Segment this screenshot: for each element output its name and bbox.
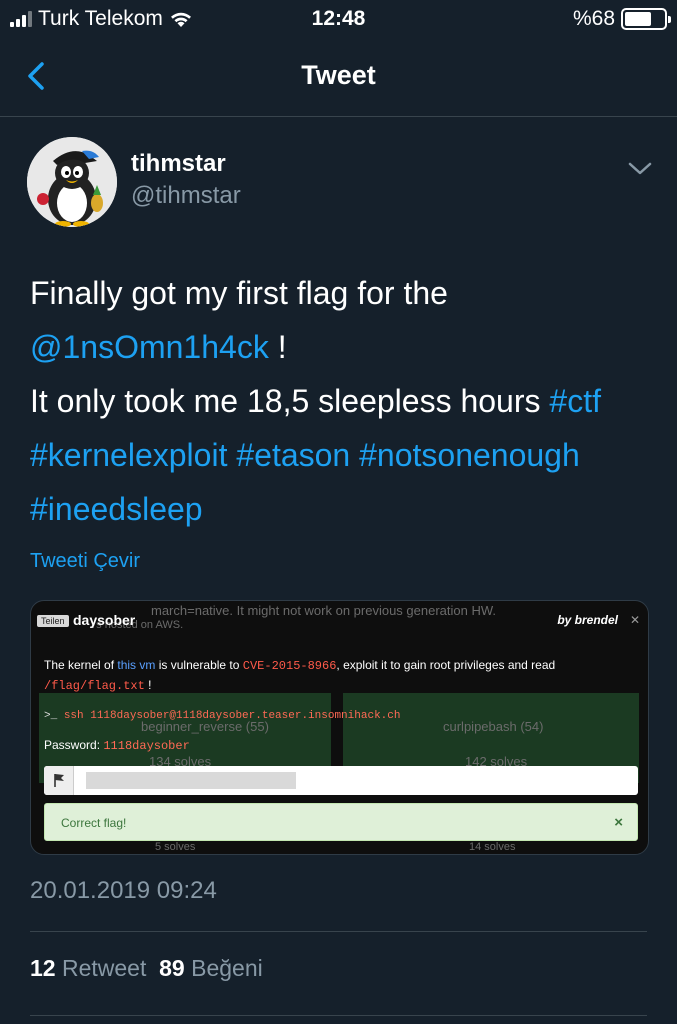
battery-percent: %68 xyxy=(572,7,615,30)
close-alert-icon: × xyxy=(614,814,623,831)
hashtag-link[interactable]: #etason xyxy=(236,437,350,473)
correct-flag-alert: Correct flag! × xyxy=(44,803,638,841)
retweet-stat[interactable]: 12 Retweet xyxy=(30,955,146,981)
tweet-text-part2: ! xyxy=(268,329,287,365)
like-label: Beğeni xyxy=(191,955,263,981)
user-handle[interactable]: @tihmstar xyxy=(131,182,241,210)
flag-value-redacted xyxy=(86,772,296,789)
mention-link[interactable]: @1nsOmn1h4ck xyxy=(30,329,269,365)
hashtag-link[interactable]: #notsonenough xyxy=(359,437,580,473)
tweet-text-part3: It only took me 18,5 sleepless hours xyxy=(30,383,550,419)
status-right: %68 xyxy=(572,7,671,31)
hashtag-link[interactable]: #ineedsleep xyxy=(30,491,203,527)
hashtag-link[interactable]: #kernelexploit xyxy=(30,437,227,473)
retweet-count: 12 xyxy=(30,955,56,981)
desc-text: The kernel of xyxy=(44,658,118,672)
nav-bar: Tweet xyxy=(0,40,677,117)
bg-text: 5 solves xyxy=(155,841,196,853)
desc-cve: CVE-2015-8966 xyxy=(242,659,337,673)
like-stat[interactable]: 89 Beğeni xyxy=(159,955,263,981)
bg-text: curlpipebash (54) xyxy=(443,719,544,734)
command-text: ssh 1118daysober@1118daysober.teaser.ins… xyxy=(63,710,401,722)
terminal-prompt: >_ xyxy=(44,710,58,722)
translate-tweet-link[interactable]: Tweeti Çevir xyxy=(30,550,140,573)
tweet-stats: 12 Retweet 89 Beğeni xyxy=(30,955,263,982)
battery-icon xyxy=(621,8,671,30)
ssh-command: >_ ssh 1118daysober@1118daysober.teaser.… xyxy=(44,710,400,722)
desc-link: this vm xyxy=(117,658,156,672)
status-bar: Turk Telekom 12:48 %68 xyxy=(0,0,677,40)
challenge-description: The kernel of this vm is vulnerable to C… xyxy=(44,656,604,696)
challenge-author: by brendel xyxy=(557,613,618,627)
display-name[interactable]: tihmstar xyxy=(131,150,226,178)
chevron-down-icon xyxy=(628,162,652,175)
retweet-label: Retweet xyxy=(61,955,147,981)
tweet-options-button[interactable] xyxy=(626,158,654,178)
correct-flag-label: Correct flag! xyxy=(61,816,127,830)
tweet-media-image[interactable]: march=native. It might not work on previ… xyxy=(30,600,649,855)
flag-icon xyxy=(44,766,74,795)
challenge-title: daysober xyxy=(73,612,136,628)
tweet-timestamp: 20.01.2019 09:24 xyxy=(30,877,217,904)
penguin-avatar-icon xyxy=(27,137,117,227)
avatar[interactable] xyxy=(27,137,117,227)
password-line: Password: 1118daysober xyxy=(44,738,190,753)
desc-text: , exploit it to gain root privileges and… xyxy=(336,658,556,672)
bg-text: 14 solves xyxy=(469,841,516,853)
flag-input xyxy=(44,766,638,795)
tweet-text-part1: Finally got my first flag for the xyxy=(30,275,448,311)
password-label: Password: xyxy=(44,738,104,752)
divider xyxy=(30,931,647,932)
share-label: Teilen xyxy=(37,615,69,627)
hashtag-link[interactable]: #ctf xyxy=(549,383,601,419)
desc-text: is vulnerable to xyxy=(155,658,243,672)
close-icon: ✕ xyxy=(629,613,640,627)
battery-fill xyxy=(625,12,651,26)
desc-path: /flag/flag.txt xyxy=(44,679,145,693)
like-count: 89 xyxy=(159,955,185,981)
tweet-text: Finally got my first flag for the @1nsOm… xyxy=(30,266,660,536)
desc-text: ! xyxy=(144,678,152,692)
password-value: 1118daysober xyxy=(103,739,190,753)
divider xyxy=(30,1015,647,1016)
page-title: Tweet xyxy=(301,60,376,90)
